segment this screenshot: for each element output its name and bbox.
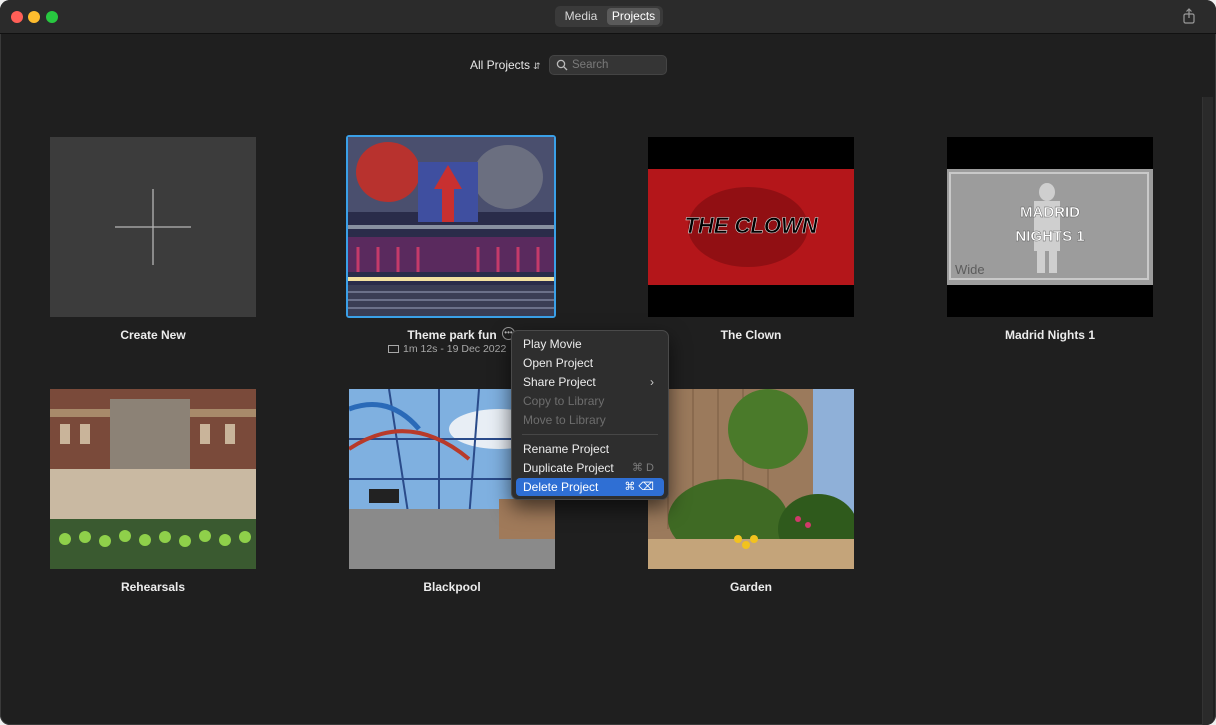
menu-item-open-project[interactable]: Open Project [516,354,664,372]
garden-thumbnail [648,389,854,569]
menu-separator [522,434,658,435]
tab-projects[interactable]: Projects [607,8,660,25]
menu-item-label: Move to Library [523,413,606,427]
menu-item-duplicate-project[interactable]: Duplicate Project ⌘ D [516,459,664,477]
chevron-right-icon: › [650,375,654,389]
search-placeholder: Search [572,59,609,71]
menu-item-share-project[interactable]: Share Project › [516,373,664,391]
madrid-thumbnail-corner: Wide [955,262,985,277]
menu-shortcut: ⌘ ⌫ [624,481,654,493]
project-thumbnail-garden[interactable] [648,389,854,569]
project-title: Madrid Nights 1 [1004,328,1095,342]
menu-item-label: Open Project [523,356,594,370]
madrid-thumbnail: MADRID NIGHTS 1 Wide [947,169,1153,285]
theme-park-thumbnail [348,137,554,316]
film-icon [388,345,399,353]
clown-thumbnail-text: THE CLOWN [684,213,818,238]
project-thumbnail-madrid-nights[interactable]: MADRID NIGHTS 1 Wide [947,137,1153,317]
menu-item-move-to-library: Move to Library [516,411,664,429]
project-title: Garden [729,580,772,594]
project-title: Create New [120,328,186,342]
menu-item-label: Delete Project [523,480,599,494]
menu-item-delete-project[interactable]: Delete Project ⌘ ⌫ [516,478,664,496]
menu-item-label: Copy to Library [523,394,605,408]
minimize-window-button[interactable] [28,11,40,23]
project-title: Rehearsals [120,580,186,594]
menu-item-label: Rename Project [523,442,610,456]
clown-thumbnail: THE CLOWN [648,169,854,285]
search-icon [556,59,568,71]
menu-item-rename-project[interactable]: Rename Project [516,440,664,458]
project-filter-dropdown[interactable]: All Projects ⇵ [470,57,541,73]
close-window-button[interactable] [11,11,23,23]
tab-media[interactable]: Media [558,8,604,25]
imovie-window: Media Projects All Projects ⇵ Search Crea… [0,0,1216,725]
project-thumbnail-rehearsals[interactable] [50,389,256,569]
menu-item-play-movie[interactable]: Play Movie [516,335,664,353]
updown-chevron-icon: ⇵ [533,61,541,71]
menu-item-label: Share Project [523,375,596,389]
madrid-thumbnail-line1: MADRID [1020,204,1080,221]
menu-shortcut: ⌘ D [632,462,654,474]
project-context-menu: Play Movie Open Project Share Project › C… [511,330,669,500]
project-meta: 1m 12s - 19 Dec 2022 [388,343,506,355]
menu-item-copy-to-library: Copy to Library [516,392,664,410]
search-field[interactable]: Search [549,55,667,75]
view-switcher: Media Projects [555,6,663,27]
project-thumbnail-the-clown[interactable]: THE CLOWN [648,137,854,317]
project-thumbnail-theme-park-fun[interactable] [346,135,556,318]
zoom-window-button[interactable] [46,11,58,23]
madrid-thumbnail-line2: NIGHTS 1 [1015,228,1084,245]
menu-item-label: Duplicate Project [523,461,614,475]
project-duration-date: 1m 12s - 19 Dec 2022 [403,343,507,355]
menu-item-label: Play Movie [523,337,582,351]
share-icon[interactable] [1182,8,1196,24]
vertical-scrollbar[interactable] [1202,97,1213,725]
rehearsals-thumbnail [50,389,256,569]
plus-icon [115,189,191,265]
title-bar: Media Projects [0,0,1216,34]
create-new-tile[interactable] [50,137,256,317]
project-title: Blackpool [423,580,481,594]
project-filter-label: All Projects [470,58,531,72]
